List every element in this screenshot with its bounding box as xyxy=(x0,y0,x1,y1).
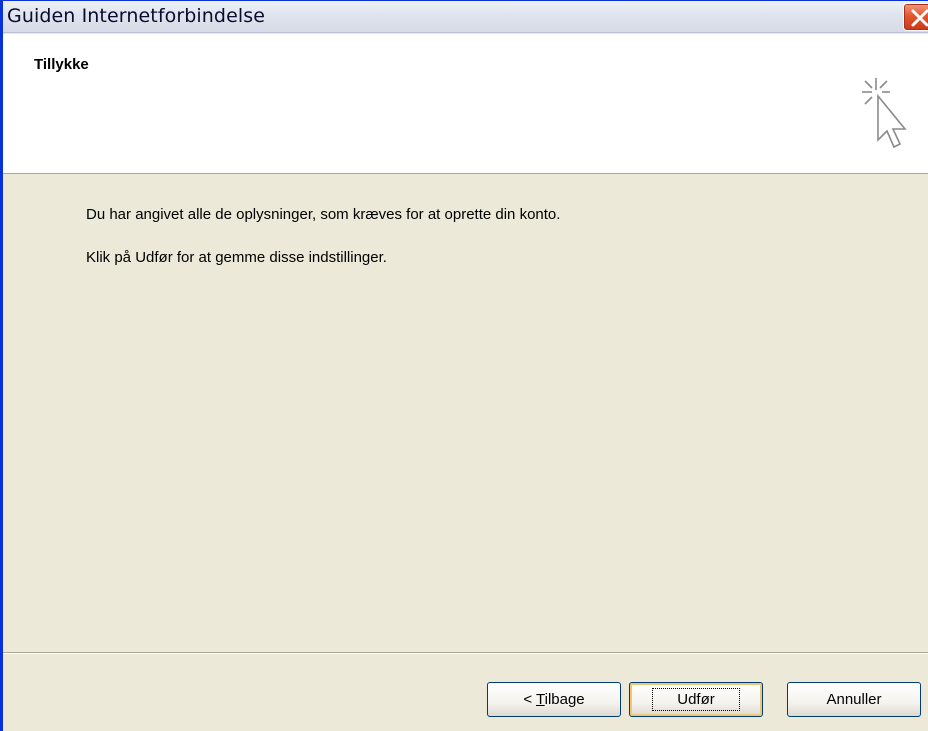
window-title: Guiden Internetforbindelse xyxy=(7,5,266,27)
page-title: Tillykke xyxy=(34,56,89,73)
cancel-button-label: Annuller xyxy=(826,691,882,708)
finish-button-label: Udfør xyxy=(652,688,740,711)
back-button-label: < Tilbage xyxy=(523,691,585,708)
info-text-line-1: Du har angivet alle de oplysninger, som … xyxy=(86,206,561,223)
info-text-line-2: Klik på Udfør for at gemme disse indstil… xyxy=(86,249,387,266)
wizard-header: Tillykke xyxy=(3,34,928,174)
wizard-window: Guiden Internetforbindelse Tillykke Du h… xyxy=(0,0,928,731)
button-separator xyxy=(3,652,928,654)
cancel-button[interactable]: Annuller xyxy=(787,682,921,717)
wizard-cursor-sparkle-icon xyxy=(862,78,907,149)
close-icon xyxy=(911,9,928,27)
back-button[interactable]: < Tilbage xyxy=(487,682,621,717)
finish-button[interactable]: Udfør xyxy=(629,682,763,717)
close-button[interactable] xyxy=(903,3,928,31)
title-bar[interactable]: Guiden Internetforbindelse xyxy=(3,1,928,33)
